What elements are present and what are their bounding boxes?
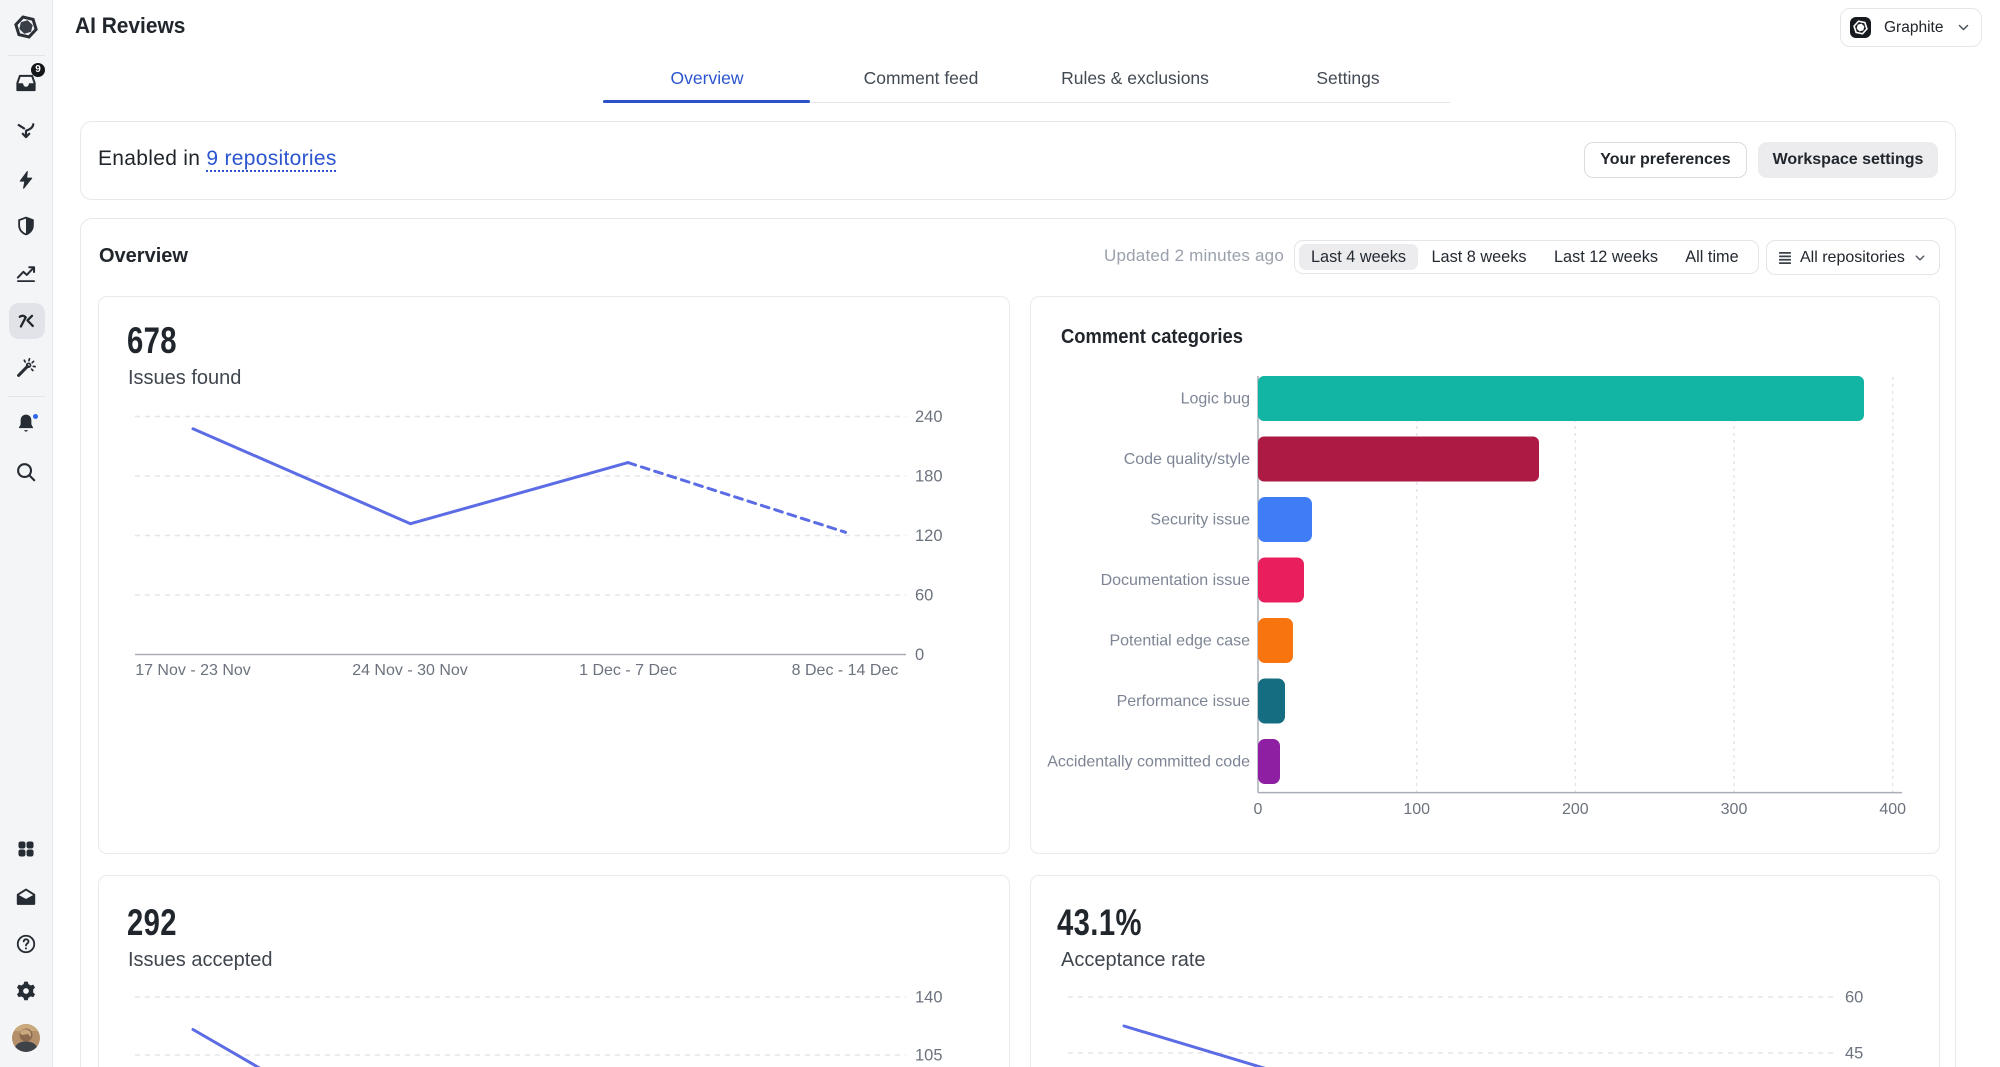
svg-text:17 Nov - 23 Nov: 17 Nov - 23 Nov xyxy=(135,662,251,679)
svg-text:1 Dec - 7 Dec: 1 Dec - 7 Dec xyxy=(579,662,677,679)
svg-text:240: 240 xyxy=(915,408,943,426)
svg-text:0: 0 xyxy=(915,646,924,664)
svg-text:300: 300 xyxy=(1721,801,1748,818)
svg-text:Potential edge case: Potential edge case xyxy=(1109,633,1250,650)
svg-text:Code quality/style: Code quality/style xyxy=(1124,451,1250,468)
svg-text:45: 45 xyxy=(1845,1045,1863,1063)
svg-text:60: 60 xyxy=(915,587,933,605)
svg-text:Documentation issue: Documentation issue xyxy=(1101,572,1251,589)
svg-text:200: 200 xyxy=(1562,801,1589,818)
svg-text:Security issue: Security issue xyxy=(1150,512,1250,529)
svg-text:24 Nov - 30 Nov: 24 Nov - 30 Nov xyxy=(352,662,468,679)
svg-text:Performance issue: Performance issue xyxy=(1117,693,1250,710)
svg-text:120: 120 xyxy=(915,527,943,545)
svg-text:8 Dec - 14 Dec: 8 Dec - 14 Dec xyxy=(792,662,899,679)
svg-text:400: 400 xyxy=(1879,801,1906,818)
svg-text:140: 140 xyxy=(915,989,943,1007)
svg-text:105: 105 xyxy=(915,1047,943,1065)
svg-text:100: 100 xyxy=(1403,801,1430,818)
svg-text:180: 180 xyxy=(915,468,943,486)
svg-text:0: 0 xyxy=(1254,801,1263,818)
svg-text:Accidentally committed code: Accidentally committed code xyxy=(1047,754,1250,771)
svg-text:60: 60 xyxy=(1845,989,1863,1007)
svg-text:Logic bug: Logic bug xyxy=(1181,391,1250,408)
